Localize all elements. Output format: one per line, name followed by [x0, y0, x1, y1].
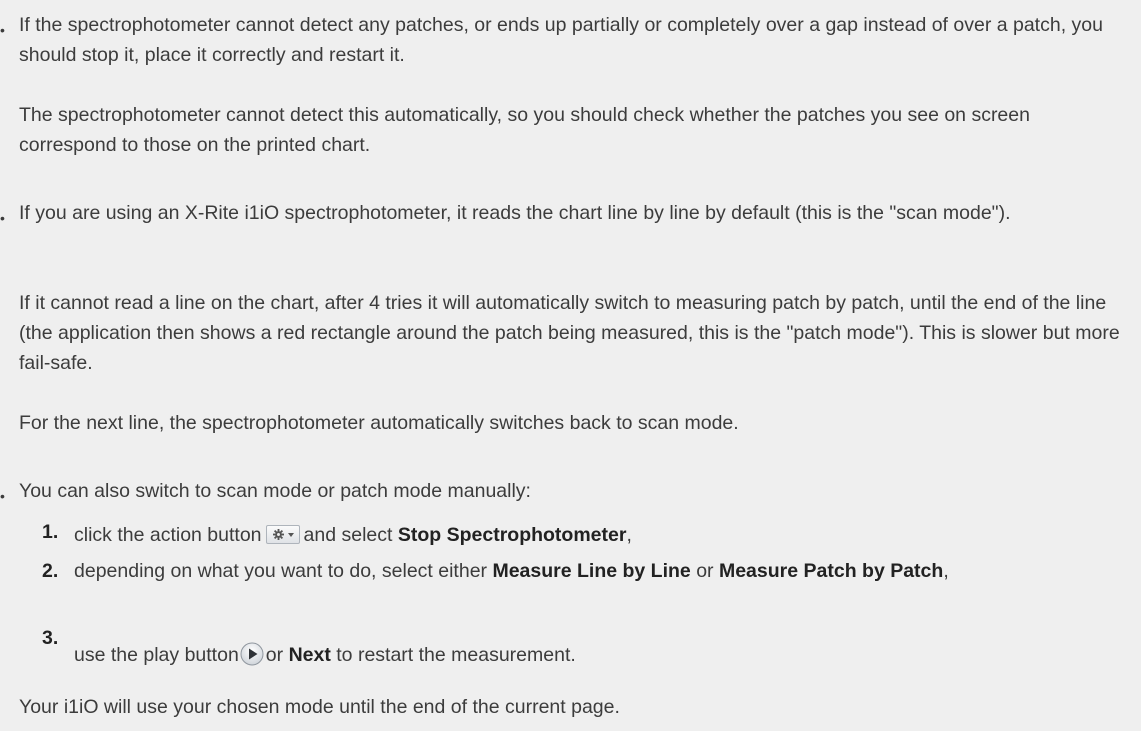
next-link: Next — [288, 644, 331, 666]
menu-item-measure-patch-by-patch: Measure Patch by Patch — [718, 560, 944, 582]
chevron-down-icon — [287, 533, 294, 537]
item2-paragraph-1: If you are using an X-Rite i1iO spectrop… — [19, 202, 1011, 224]
bullet-marker: • — [0, 210, 5, 226]
bullet-marker: • — [0, 22, 5, 38]
step-3-text: use the play button or Next to restart th… — [74, 640, 1123, 670]
step-2-text: depending on what you want to do, select… — [74, 556, 1123, 586]
item3-intro: You can also switch to scan mode or patc… — [19, 480, 531, 502]
item2-paragraph-2: If it cannot read a line on the chart, a… — [19, 292, 1120, 374]
step-2-text-b: or — [696, 560, 714, 582]
step-2-text-c: , — [943, 560, 949, 582]
menu-item-measure-line-by-line: Measure Line by Line — [492, 560, 691, 582]
step-2-text-a: depending on what you want to do, select… — [74, 560, 488, 582]
step-1-text-c: , — [626, 524, 632, 546]
action-button[interactable] — [265, 525, 300, 544]
gear-icon — [272, 529, 284, 540]
menu-item-stop-spectrophotometer: Stop Spectrophotometer — [397, 524, 627, 546]
step-1-text: click the action button and select Stop S… — [74, 520, 1123, 550]
step-number: 2. — [42, 560, 59, 582]
step-3-text-c: to restart the measurement. — [336, 644, 576, 666]
step-number: 3. — [42, 627, 59, 649]
step-1-text-b: and select — [303, 524, 393, 546]
step-number: 1. — [42, 521, 59, 543]
item1-paragraph-1: If the spectrophotometer cannot detect a… — [19, 14, 1103, 66]
play-button-icon[interactable] — [240, 642, 264, 666]
item1-paragraph-2: The spectrophotometer cannot detect this… — [19, 104, 1030, 156]
item2-paragraph-3: For the next line, the spectrophotometer… — [19, 412, 739, 434]
step-3-text-b: or — [265, 644, 284, 666]
step-3-text-a: use the play button — [74, 644, 239, 666]
item3-footer: Your i1iO will use your chosen mode unti… — [19, 696, 620, 718]
bullet-marker: • — [0, 488, 5, 504]
step-1-text-a: click the action button — [74, 524, 262, 546]
